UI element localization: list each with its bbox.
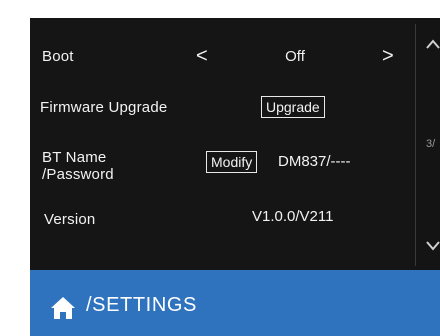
bt-name-value: DM837/---- — [278, 153, 351, 170]
chevron-down-icon[interactable] — [426, 238, 440, 256]
modify-button[interactable]: Modify — [206, 151, 258, 173]
page-indicator: 3/ — [426, 138, 436, 150]
scroll-column: 3/ — [426, 24, 440, 266]
version-value: V1.0.0/V211 — [252, 208, 334, 225]
firmware-upgrade-label: Firmware Upgrade — [40, 99, 168, 116]
version-label: Version — [44, 211, 96, 228]
bt-name-label-line1: BT Name — [42, 149, 107, 166]
chevron-up-icon[interactable] — [426, 36, 440, 54]
boot-label: Boot — [42, 48, 74, 65]
home-icon[interactable] — [50, 296, 76, 320]
settings-panel: Boot < Off > Firmware Upgrade Upgrade BT… — [30, 18, 416, 270]
boot-prev-arrow[interactable]: < — [196, 46, 208, 66]
footer-bar: /SETTINGS — [30, 270, 440, 336]
upgrade-button[interactable]: Upgrade — [261, 96, 325, 118]
bt-name-label: BT Name /Password — [42, 149, 114, 183]
breadcrumb-settings: /SETTINGS — [86, 294, 197, 316]
panel-divider — [415, 24, 416, 266]
boot-value: Off — [285, 48, 305, 65]
device-screen: Boot < Off > Firmware Upgrade Upgrade BT… — [30, 18, 440, 336]
bt-name-label-line2: /Password — [42, 166, 114, 183]
boot-next-arrow[interactable]: > — [382, 46, 394, 66]
